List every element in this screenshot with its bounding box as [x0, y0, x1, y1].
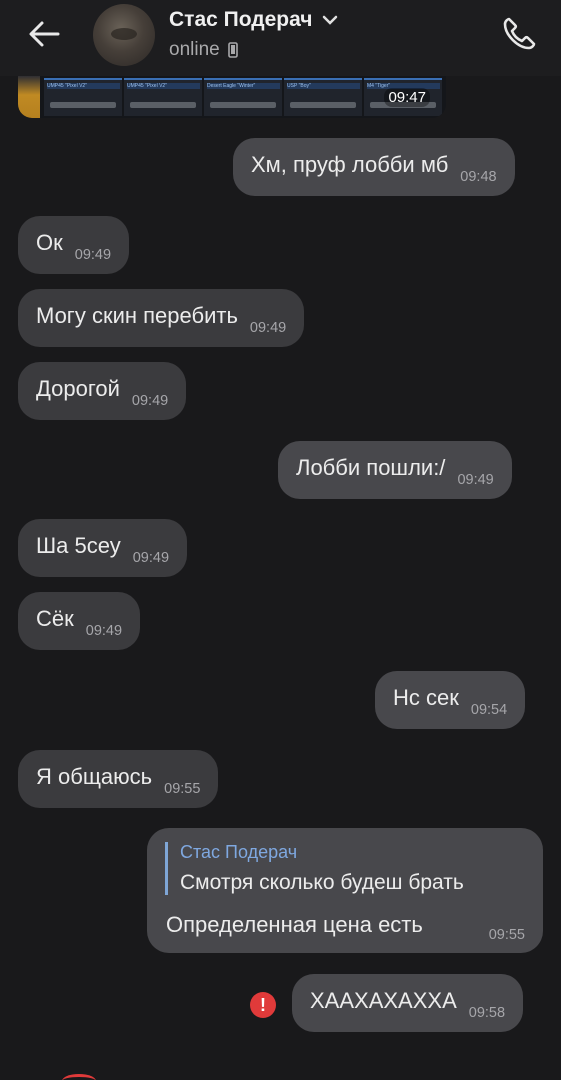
skin-card-label: UMP45 "Pixel V2": [127, 83, 200, 89]
skin-card: UMP45 "Pixel V2": [44, 78, 122, 116]
contact-name-row[interactable]: Стас Подерач: [169, 8, 338, 32]
chevron-down-icon[interactable]: [322, 14, 338, 26]
message-bubble-outgoing[interactable]: Лобби пошли:/ 09:49: [278, 441, 512, 499]
message-text: Могу скин перебить: [36, 303, 238, 328]
arrow-left-icon[interactable]: [24, 18, 64, 50]
message-time: 09:48: [460, 169, 497, 185]
skin-card-label: Desert Eagle "Winter": [207, 83, 280, 89]
weapon-image: [130, 102, 196, 108]
message-time: 09:49: [74, 247, 112, 263]
avatar[interactable]: [93, 4, 155, 66]
skin-card: UMP45 "Pixel V2": [124, 78, 202, 116]
message-text: Ша 5сеу: [36, 533, 121, 558]
message-time: 09:49: [131, 393, 169, 409]
inventory-screenshot: UMP45 "Pixel V2" UMP45 "Pixel V2" Desert E…: [18, 76, 446, 118]
weapon-image: [210, 102, 276, 108]
message-bubble-outgoing[interactable]: Хм, пруф лобби мб 09:48: [233, 138, 515, 196]
contact-name: Стас Подерач: [169, 8, 313, 31]
online-status: online: [169, 39, 220, 60]
image-message[interactable]: UMP45 "Pixel V2" UMP45 "Pixel V2" Desert E…: [18, 76, 446, 118]
message-time: 09:49: [132, 550, 170, 566]
message-bubble-incoming[interactable]: Могу скин перебить 09:49: [18, 289, 305, 347]
message-time: 09:54: [470, 702, 508, 718]
message-bubble-incoming[interactable]: Я общаюсь 09:55: [18, 750, 219, 808]
message-text: Ок: [36, 230, 63, 255]
chat-header: Стас Подерач online: [0, 0, 561, 76]
reply-message-bubble[interactable]: Стас Подерач Смотря сколько будеш брать …: [147, 828, 543, 953]
quoted-message[interactable]: Стас Подерач Смотря сколько будеш брать: [165, 842, 464, 895]
message-bubble-incoming[interactable]: Сёк 09:49: [18, 592, 141, 650]
message-text: Нс сек: [393, 685, 459, 710]
status-row: online: [169, 39, 238, 61]
weapon-image: [290, 102, 356, 108]
message-text: Сёк: [36, 606, 74, 631]
message-text: Лобби пошли:/: [296, 455, 446, 480]
message-text: Определенная цена есть: [166, 912, 423, 937]
message-bubble-outgoing[interactable]: ХААХАХАХХА 09:58: [292, 974, 524, 1032]
message-time: 09:58: [468, 1005, 506, 1021]
skin-card: USP "Boy": [284, 78, 362, 116]
message-text: Хм, пруф лобби мб: [251, 152, 449, 177]
message-bubble-incoming[interactable]: Ок 09:49: [18, 216, 130, 274]
quote-text: Смотря сколько будеш брать: [180, 871, 464, 894]
message-bubble-incoming[interactable]: Ша 5сеу 09:49: [18, 519, 188, 577]
message-text: Я общаюсь: [36, 764, 153, 789]
message-text: ХААХАХАХХА: [310, 988, 457, 1013]
message-text: Дорогой: [36, 376, 120, 401]
skin-card-label: UMP45 "Pixel V2": [47, 83, 120, 89]
phone-call-icon[interactable]: [500, 13, 540, 53]
message-time: 09:55: [164, 781, 201, 797]
message-time: 09:47: [384, 88, 430, 107]
quote-author: Стас Подерач: [180, 842, 298, 862]
message-time: 09:49: [85, 623, 123, 639]
bottom-partial-icon: [62, 1074, 96, 1080]
skin-card-label: USP "Boy": [287, 83, 360, 89]
message-time: 09:55: [488, 927, 525, 943]
message-time: 09:49: [457, 472, 494, 488]
message-time: 09:49: [249, 320, 287, 336]
weapon-image: [50, 102, 116, 108]
phone-device-icon: [227, 42, 238, 58]
message-bubble-outgoing[interactable]: Нс сек 09:54: [375, 671, 526, 729]
send-error-icon[interactable]: !: [250, 992, 276, 1018]
image-sidebar-strip: [18, 76, 40, 118]
skin-card: Desert Eagle "Winter": [204, 78, 282, 116]
message-bubble-incoming[interactable]: Дорогой 09:49: [18, 362, 187, 420]
